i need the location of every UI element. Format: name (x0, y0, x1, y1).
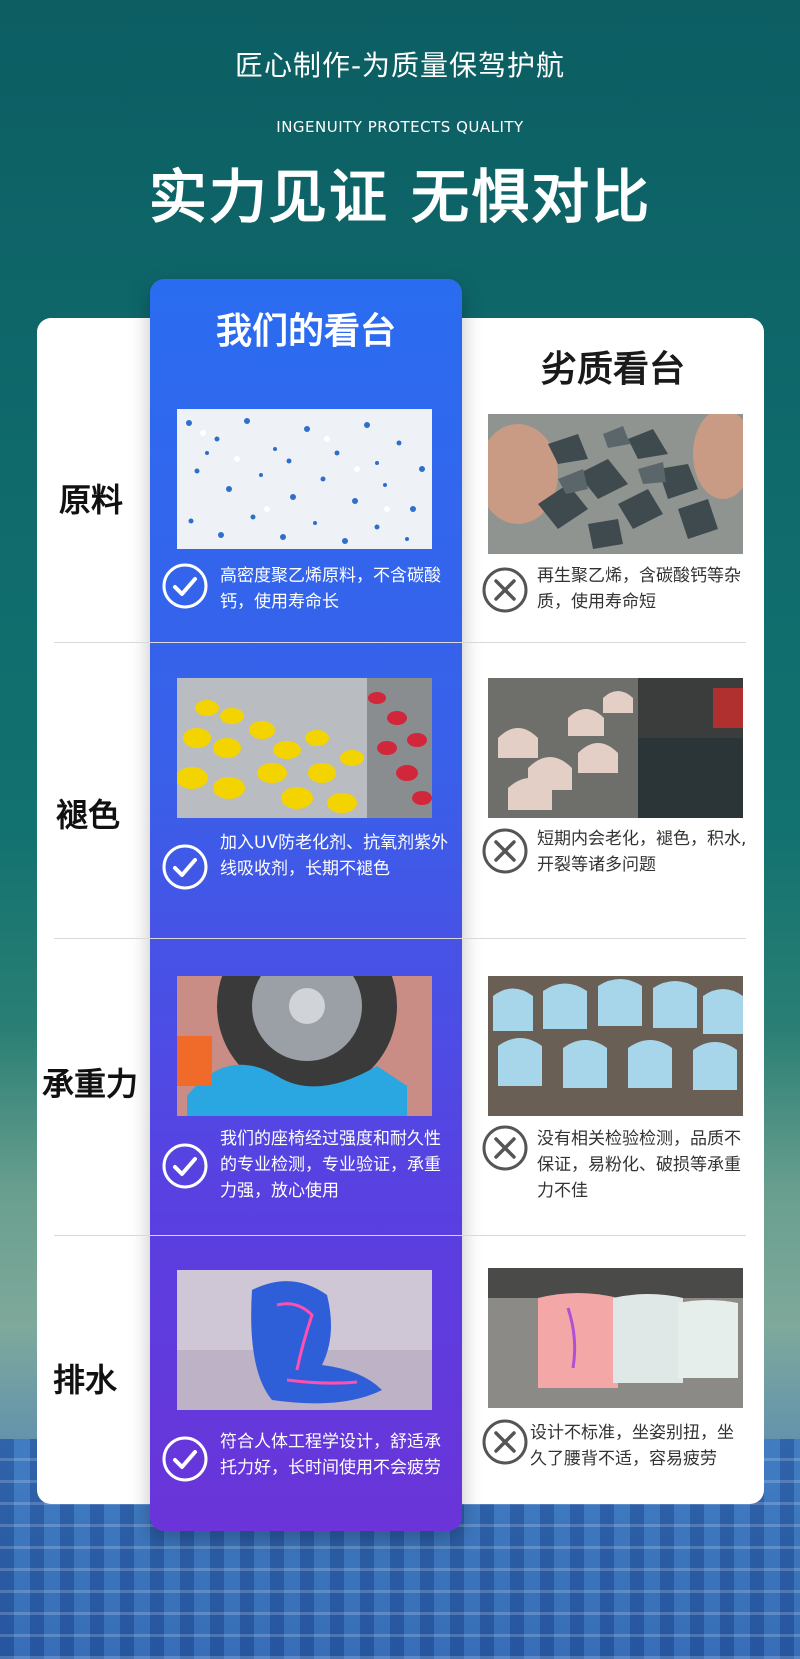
broken-blue-seats-image (488, 976, 743, 1116)
check-circle-icon (162, 844, 208, 890)
inferior-drainage-text: 设计不标准，坐姿别扭，坐久了腰背不适，容易疲劳 (530, 1423, 734, 1469)
inferior-raw-material-text: 再生聚乙烯，含碳酸钙等杂质，使用寿命短 (537, 566, 741, 612)
row-divider (54, 938, 746, 939)
x-circle-icon (482, 1419, 528, 1465)
recycled-pellets-image (488, 414, 743, 554)
hdpe-granules-image (177, 409, 432, 549)
ergonomic-blue-seat-image (177, 1270, 432, 1410)
check-circle-icon (162, 1143, 208, 1189)
x-circle-icon (482, 1125, 528, 1171)
row-label-drainage: 排水 (52, 1361, 117, 1399)
ours-column-title: 我们的看台 (215, 311, 396, 352)
subtitle: INGENUITY PROTECTS QUALITY (276, 118, 524, 136)
ours-fading-text: 加入UV防老化剂、抗氧剂紫外线吸收剂，长期不褪色 (220, 833, 449, 879)
tire-on-seat-image (177, 976, 432, 1116)
row-label-load-bearing: 承重力 (41, 1065, 138, 1103)
x-circle-icon (482, 567, 528, 613)
uncomfortable-pink-seats-image (488, 1268, 743, 1408)
ours-raw-material-text: 高密度聚乙烯原料，不含碳酸钙，使用寿命长 (220, 566, 441, 612)
row-label-raw-material: 原料 (58, 481, 123, 519)
inferior-column-title: 劣质看台 (540, 349, 685, 390)
inferior-fading-text: 短期内会老化，褪色，积水,开裂等诸多问题 (537, 829, 747, 875)
inferior-load-bearing-text: 没有相关检验检测，品质不保证，易粉化、破损等承重力不佳 (537, 1129, 741, 1201)
row-divider (54, 642, 746, 643)
headline: 实力见证 无惧对比 (148, 163, 652, 231)
row-divider (54, 1235, 746, 1236)
check-circle-icon (162, 1436, 208, 1482)
faded-seats-image (488, 678, 743, 818)
title-line: 匠心制作-为质量保驾护航 (234, 49, 566, 82)
x-circle-icon (482, 828, 528, 874)
row-label-fading: 褪色 (55, 796, 120, 834)
check-circle-icon (162, 563, 208, 609)
yellow-stadium-seats-image (177, 678, 432, 818)
ours-drainage-text: 符合人体工程学设计，舒适承托力好，长时间使用不会疲劳 (220, 1432, 441, 1478)
ours-load-bearing-text: 我们的座椅经过强度和耐久性的专业检测，专业验证，承重力强，放心使用 (220, 1129, 441, 1201)
